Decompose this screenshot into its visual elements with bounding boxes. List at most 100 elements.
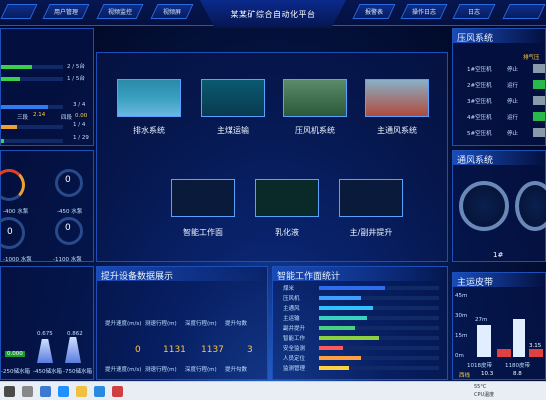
workface-row-bar (319, 366, 439, 370)
progress-bar-4 (1, 125, 63, 129)
row-1-value: 2 / 5台 (67, 64, 85, 70)
air-compressor-status-indicator (533, 128, 545, 137)
pump-gauge-1 (0, 169, 25, 201)
progress-bar-1 (1, 65, 63, 69)
workface-row-fill (319, 306, 373, 310)
nav-right-edge[interactable] (502, 4, 546, 19)
hoist-panel: 提升设备数据展示 提升速度(m/s) 测速行程(m) 深度行程(m) 提升勾数 … (96, 266, 268, 380)
air-compressor-system-label[interactable]: 压风机系统 (275, 125, 355, 136)
taskbar-cpu-label: CPU温度 (474, 392, 495, 398)
workface-row-label: 压风机 (283, 296, 300, 302)
air-compressor-state: 停止 (507, 131, 519, 137)
workface-row-label: 监测管理 (283, 366, 306, 372)
workface-row-fill (319, 286, 385, 290)
nav-video-monitor[interactable]: 视频监控 (96, 4, 144, 19)
pump-caption-3: -1000 水泵 (3, 257, 32, 263)
hoist-panel-title: 提升设备数据展示 (97, 267, 267, 282)
ventilation-title: 通风系统 (453, 151, 545, 166)
tank-caption-2: -450储水箱 (33, 369, 62, 375)
hoist-head-depth: 深度行程(m) (185, 321, 217, 327)
workface-row-fill (319, 296, 361, 300)
drainage-system-label[interactable]: 排水系统 (109, 125, 189, 136)
air-compressor-state: 运行 (507, 83, 519, 89)
belt-ytick-0: 0m (455, 353, 464, 359)
main-coal-transport-thumb[interactable] (201, 79, 265, 117)
workface-row-bar (319, 326, 439, 330)
workface-row-label: 主运输 (283, 316, 300, 322)
nav-alarm-table[interactable]: 报警表 (352, 4, 396, 19)
drainage-system-thumb[interactable] (117, 79, 181, 117)
emulsion-thumb[interactable] (255, 179, 319, 217)
pump-caption-2: -450 水泵 (57, 209, 83, 215)
nav-video-screen[interactable]: 视频屏 (150, 4, 194, 19)
shaft-hoist-label[interactable]: 主/副井提升 (331, 227, 411, 238)
air-compressor-status-indicator (533, 64, 545, 73)
start-icon[interactable] (4, 386, 15, 397)
task-view-icon[interactable] (40, 386, 51, 397)
app2-icon[interactable] (112, 386, 123, 397)
air-compressor-status-indicator (533, 96, 545, 105)
hoist-subhead-speed: 提升速度(m/s) (105, 367, 142, 373)
tank-value-2: 0.675 (37, 331, 53, 337)
edge-icon[interactable] (58, 386, 69, 397)
air-compressor-name: 3#空压机 (467, 99, 492, 105)
nav-user-management[interactable]: 用户管理 (42, 4, 90, 19)
belt-ytick-30: 30m (455, 313, 468, 319)
air-compressor-status-indicator (533, 80, 545, 89)
workface-stats-panel: 智能工作面统计 煤米 压风机 主通风 主运输 副井提升 智能工作 安全监测 人员定位 监测管理 (272, 266, 448, 380)
workface-row-bar (319, 346, 439, 350)
hoist-depth-value: 1137 (201, 345, 224, 355)
pump-caption-1: -400 水泵 (3, 209, 29, 215)
row-2-value: 1 / 5台 (67, 76, 85, 82)
tank-caption-1: -250储水箱 (1, 369, 30, 375)
smart-workface-label[interactable]: 智能工作面 (163, 227, 243, 238)
air-compressor-system-thumb[interactable] (283, 79, 347, 117)
hoist-subhead-count: 提升勾数 (225, 367, 248, 373)
label-segment-3: 三段 (17, 115, 29, 121)
air-compressor-status-indicator (533, 112, 545, 121)
ventilation-panel: 通风系统 1# (452, 150, 546, 262)
main-ventilation-thumb[interactable] (365, 79, 429, 117)
belt-footer-line: 西线 (459, 373, 471, 379)
shaft-hoist-thumb[interactable] (339, 179, 403, 217)
workface-row-fill (319, 326, 355, 330)
progress-bar-2 (1, 77, 63, 81)
app-icon[interactable] (94, 386, 105, 397)
hoist-measure-value: 1131 (163, 345, 186, 355)
hoist-head-measure: 测速行程(m) (145, 321, 177, 327)
hoist-count-value: 3 (247, 345, 253, 355)
progress-bar-3 (1, 105, 63, 109)
workface-row-bar (319, 286, 439, 290)
air-compressor-name: 1#空压机 (467, 67, 492, 73)
air-compressor-name: 4#空压机 (467, 115, 492, 121)
label-segment-4: 四段 (61, 115, 73, 121)
main-coal-transport-label[interactable]: 主煤运输 (193, 125, 273, 136)
workface-row-bar (319, 316, 439, 320)
belt-ytick-45: 45m (455, 293, 468, 299)
smart-workface-thumb[interactable] (171, 179, 235, 217)
nav-operation-log[interactable]: 操作日志 (400, 4, 448, 19)
search-icon[interactable] (22, 386, 33, 397)
progress-bar-5 (1, 139, 63, 143)
workface-row-fill (319, 356, 361, 360)
main-ventilation-label[interactable]: 主通风系统 (357, 125, 437, 136)
pump-value-3: 0 (7, 227, 13, 237)
air-compressor-state: 运行 (507, 115, 519, 121)
nav-left-edge[interactable] (0, 4, 38, 19)
main-belt-title: 主运皮带 (453, 273, 545, 288)
pump-value-2: 0 (65, 175, 71, 185)
tank-shape-2 (37, 339, 53, 363)
ventilation-fan-label: 1# (493, 251, 504, 259)
hoist-subhead-measure: 测速行程(m) (145, 367, 177, 373)
air-compressor-state: 停止 (507, 99, 519, 105)
air-compressor-panel: 压风系统 排气压 1#空压机 停止 2#空压机 运行 3#空压机 停止 4#空压机 运行 5#空… (452, 28, 546, 146)
emulsion-label[interactable]: 乳化液 (247, 227, 327, 238)
hoist-head-speed: 提升速度(m/s) (105, 321, 142, 327)
windows-taskbar: 55°C CPU温度 (0, 381, 546, 400)
nav-log[interactable]: 日志 (452, 4, 496, 19)
belt-bar-1-value: 27m (475, 317, 488, 323)
workface-row-fill (319, 316, 367, 320)
folder-icon[interactable] (76, 386, 87, 397)
workface-row-fill (319, 336, 379, 340)
tank-caption-3: -750储水箱 (63, 369, 92, 375)
